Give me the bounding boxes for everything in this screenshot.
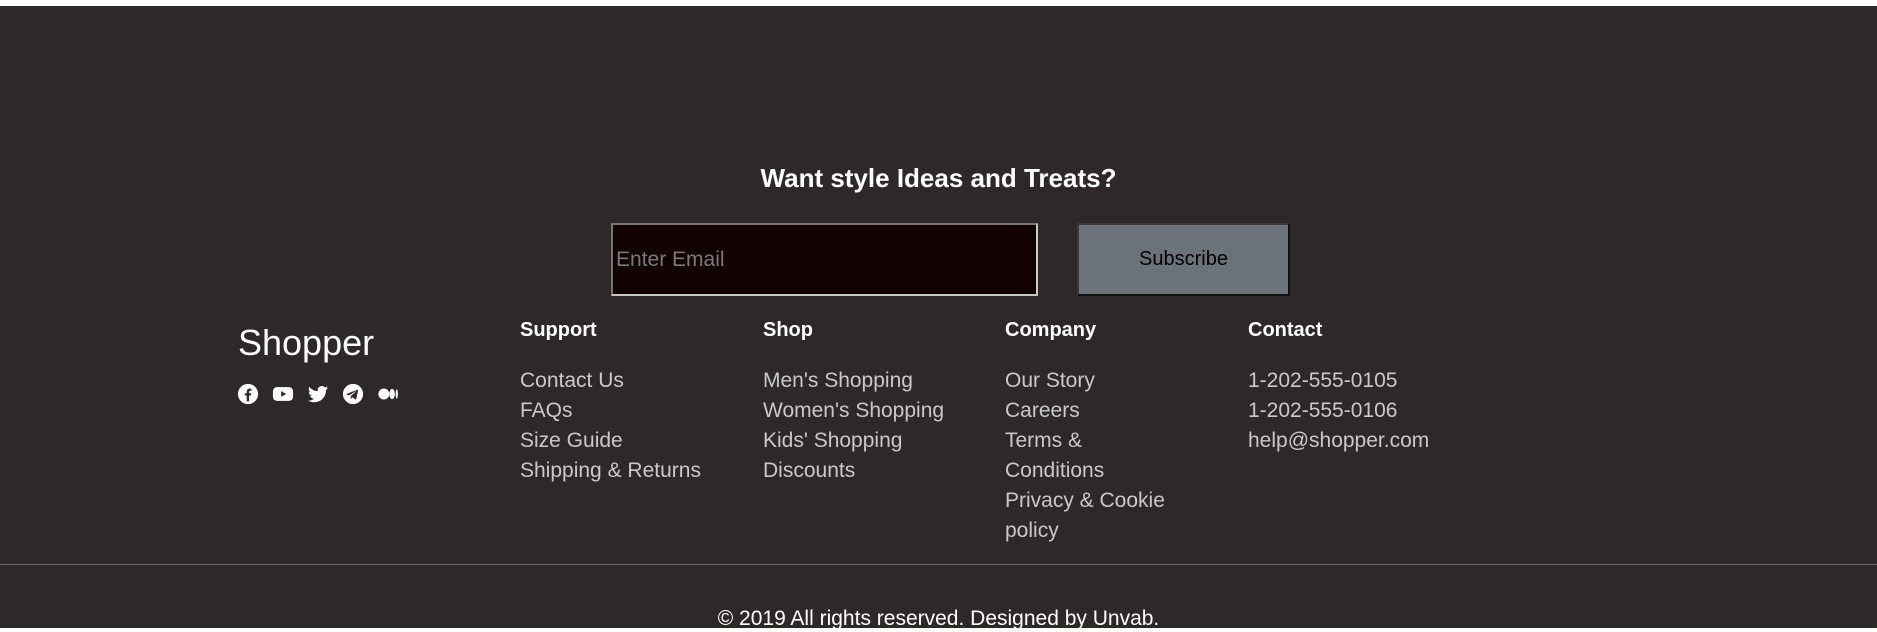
link-mens-shopping[interactable]: Men's Shopping	[763, 366, 963, 396]
link-careers[interactable]: Careers	[1005, 396, 1185, 426]
facebook-icon[interactable]	[237, 383, 259, 405]
telegram-icon[interactable]	[342, 383, 364, 405]
link-womens-shopping[interactable]: Women's Shopping	[763, 396, 963, 426]
newsletter-title: Want style Ideas and Treats?	[760, 163, 1117, 193]
contact-phone-1[interactable]: 1-202-555-0105	[1248, 366, 1448, 396]
twitter-icon[interactable]	[307, 383, 329, 405]
copyright-text: © 2019 All rights reserved. Designed by …	[717, 607, 1160, 630]
email-input[interactable]	[611, 223, 1038, 296]
contact-details: 1-202-555-0105 1-202-555-0106 help@shopp…	[1248, 366, 1448, 456]
footer-column-contact: Contact 1-202-555-0105 1-202-555-0106 he…	[1248, 318, 1448, 456]
link-shipping-returns[interactable]: Shipping & Returns	[520, 456, 720, 486]
footer-divider	[0, 564, 1877, 565]
medium-icon[interactable]	[377, 383, 399, 405]
column-heading-support: Support	[520, 319, 597, 341]
brand-logo: Shopper	[238, 322, 375, 363]
link-contact-us[interactable]: Contact Us	[520, 366, 720, 396]
link-size-guide[interactable]: Size Guide	[520, 426, 720, 456]
column-heading-contact: Contact	[1248, 319, 1323, 341]
link-kids-shopping[interactable]: Kids' Shopping	[763, 426, 963, 456]
footer-column-shop: Shop Men's Shopping Women's Shopping Kid…	[763, 318, 963, 486]
site-footer: Want style Ideas and Treats? Subscribe S…	[0, 6, 1877, 630]
link-privacy-cookie-policy[interactable]: Privacy & Cookie policy	[1005, 486, 1185, 546]
column-heading-shop: Shop	[763, 319, 813, 341]
link-discounts[interactable]: Discounts	[763, 456, 963, 486]
contact-phone-2[interactable]: 1-202-555-0106	[1248, 396, 1448, 426]
link-our-story[interactable]: Our Story	[1005, 366, 1185, 396]
link-faqs[interactable]: FAQs	[520, 396, 720, 426]
support-links: Contact Us FAQs Size Guide Shipping & Re…	[520, 366, 720, 486]
social-links	[237, 383, 399, 405]
contact-email[interactable]: help@shopper.com	[1248, 426, 1448, 456]
subscribe-button[interactable]: Subscribe	[1077, 223, 1290, 296]
footer-column-support: Support Contact Us FAQs Size Guide Shipp…	[520, 318, 720, 486]
youtube-icon[interactable]	[272, 383, 294, 405]
company-links: Our Story Careers Terms & Conditions Pri…	[1005, 366, 1185, 546]
footer-column-company: Company Our Story Careers Terms & Condit…	[1005, 318, 1185, 546]
shop-links: Men's Shopping Women's Shopping Kids' Sh…	[763, 366, 963, 486]
link-terms-conditions[interactable]: Terms & Conditions	[1005, 426, 1185, 486]
column-heading-company: Company	[1005, 319, 1097, 341]
